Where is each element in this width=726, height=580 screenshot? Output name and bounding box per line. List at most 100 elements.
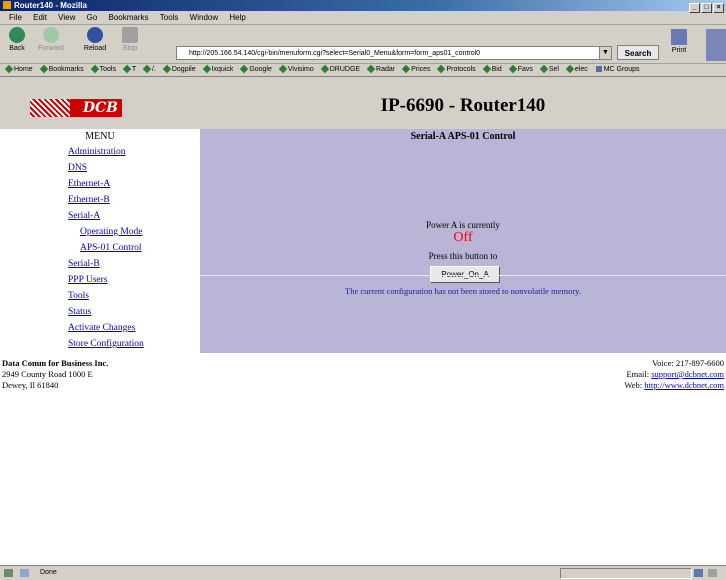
web-link[interactable]: http://www.dcbnet.com [644, 380, 724, 390]
bookmark-ixquick[interactable]: Ixquick [202, 64, 233, 74]
menubar: File Edit View Go Bookmarks Tools Window… [0, 11, 726, 25]
bookmark-drudge[interactable]: DRUDGE [320, 64, 360, 74]
menu-view[interactable]: View [58, 13, 75, 22]
bookmark-dogpile[interactable]: Dogpile [162, 64, 196, 74]
stop-label: Stop [122, 45, 138, 52]
bookmark-google[interactable]: Google [240, 64, 272, 74]
stop-button[interactable]: Stop [115, 27, 145, 52]
forward-button[interactable]: Forward [36, 27, 66, 52]
reload-icon [87, 27, 103, 43]
company-name: Data Comm for Business Inc. [2, 358, 109, 368]
bookmark-tools[interactable]: Tools [90, 64, 116, 74]
sidebar-item-serial-a[interactable]: Serial-A [68, 208, 200, 224]
footer-address: Data Comm for Business Inc. 2949 County … [2, 358, 108, 391]
stop-icon [122, 27, 138, 43]
sidebar-item-operating-mode[interactable]: Operating Mode [80, 224, 200, 240]
printer-icon [671, 29, 687, 45]
status-text: Done [40, 569, 57, 576]
sidebar-item-activate-changes[interactable]: Activate Changes [68, 320, 200, 336]
home-icon [4, 64, 14, 74]
menu-tools[interactable]: Tools [160, 13, 179, 22]
sidebar-item-tools[interactable]: Tools [68, 288, 200, 304]
print-button[interactable]: Print [664, 29, 694, 54]
config-notice: The current configuration has not been s… [345, 286, 581, 296]
bookmark-home[interactable]: Home [4, 64, 33, 74]
dcb-logo: DCB [30, 99, 122, 117]
security-icon [20, 569, 29, 577]
bookmark-icon [539, 64, 549, 74]
sidebar-item-serial-b[interactable]: Serial-B [68, 256, 200, 272]
back-button[interactable]: Back [2, 27, 32, 52]
menu-bookmarks[interactable]: Bookmarks [109, 13, 149, 22]
address-bar[interactable]: http://205.166.54.140/cgi-bin/menuform.c… [176, 46, 612, 60]
bookmark-prices[interactable]: Prices [401, 64, 431, 74]
menu-go[interactable]: Go [87, 13, 98, 22]
logo-text: DCB [82, 100, 118, 116]
sidebar-item-status[interactable]: Status [68, 304, 200, 320]
back-arrow-icon [9, 27, 25, 43]
control-panel: Serial-A APS-01 Control Power A is curre… [200, 129, 726, 353]
progress-area [560, 568, 692, 579]
sidebar-item-ethernet-a[interactable]: Ethernet-A [68, 176, 200, 192]
email-line: Email: support@dcbnet.com [624, 369, 724, 380]
status-bar: Done [0, 565, 726, 580]
address-line-2: Dewey, Il 61840 [2, 380, 59, 390]
menu-edit[interactable]: Edit [33, 13, 47, 22]
sidebar-item-ethernet-b[interactable]: Ethernet-B [68, 192, 200, 208]
bookmark-icon [142, 64, 152, 74]
bookmark-icon [122, 64, 132, 74]
address-line-1: 2949 County Road 1000 E [2, 369, 93, 379]
menu-help[interactable]: Help [229, 13, 245, 22]
bookmark-radar[interactable]: Radar [366, 64, 395, 74]
email-link[interactable]: support@dcbnet.com [651, 369, 724, 379]
panel-title: Serial-A APS-01 Control [410, 131, 516, 142]
panel-divider [200, 275, 726, 276]
navigator-icon[interactable] [4, 569, 13, 577]
window-titlebar: Router140 - Mozilla _ □ × [0, 0, 726, 13]
bookmark-icon [437, 64, 446, 74]
bookmark-protocols[interactable]: Protocols [437, 64, 476, 74]
reload-label: Reload [83, 45, 107, 52]
reload-button[interactable]: Reload [80, 27, 110, 52]
email-label: Email: [626, 369, 650, 379]
bookmark-icon [90, 64, 99, 74]
power-state: Off [453, 230, 473, 245]
sidebar-item-ppp-users[interactable]: PPP Users [68, 272, 200, 288]
folder-icon [595, 66, 602, 72]
bookmark-bookmarks[interactable]: Bookmarks [39, 64, 84, 74]
footer-contact: Voice: 217-897-6600 Email: support@dcbne… [624, 358, 724, 391]
search-button[interactable]: Search [617, 45, 659, 60]
bookmark-mc-groups[interactable]: MC Groups [595, 66, 639, 73]
bookmark-icon [278, 64, 288, 74]
menu-heading: MENU [85, 131, 115, 142]
chevron-down-icon[interactable]: ▼ [599, 47, 611, 59]
bookmarks-icon [39, 64, 48, 74]
power-label: Power A is currently [426, 220, 500, 230]
navigation-toolbar: Back Forward Reload Stop http://205.166.… [0, 25, 726, 64]
bookmark-favs[interactable]: Favs [508, 64, 533, 74]
sidebar-item-aps-01-control[interactable]: APS-01 Control [80, 240, 200, 256]
bookmark-bid[interactable]: Bid [482, 64, 502, 74]
bookmark-elec[interactable]: elec [565, 64, 588, 74]
sidebar-item-administration[interactable]: Administration [68, 144, 200, 160]
bookmark-sel[interactable]: Sel [539, 64, 559, 74]
bookmark-icon [240, 64, 249, 74]
forward-label: Forward [38, 45, 64, 52]
bookmark-vivisimo[interactable]: Vivisimo [278, 64, 314, 74]
press-label: Press this button to [428, 251, 498, 261]
page-content: DCB IP-6690 - Router140 MENU Administrat… [0, 77, 726, 565]
web-line: Web: http://www.dcbnet.com [624, 380, 724, 391]
sidebar-item-dns[interactable]: DNS [68, 160, 200, 176]
bookmark-icon [508, 64, 517, 74]
window-title: Router140 - Mozilla [14, 1, 87, 10]
bookmark-icon [401, 64, 411, 74]
bookmark-slashdot[interactable]: /. [142, 64, 156, 74]
back-label: Back [9, 45, 25, 52]
page-title: IP-6690 - Router140 [380, 95, 546, 116]
throbber-icon [706, 29, 726, 61]
menu-file[interactable]: File [9, 13, 22, 22]
menu-window[interactable]: Window [190, 13, 218, 22]
sidebar-item-store-configuration[interactable]: Store Configuration [68, 336, 200, 352]
sidebar-menu: MENU Administration DNS Ethernet-A Ether… [0, 129, 200, 353]
bookmark-t[interactable]: T [122, 64, 136, 74]
